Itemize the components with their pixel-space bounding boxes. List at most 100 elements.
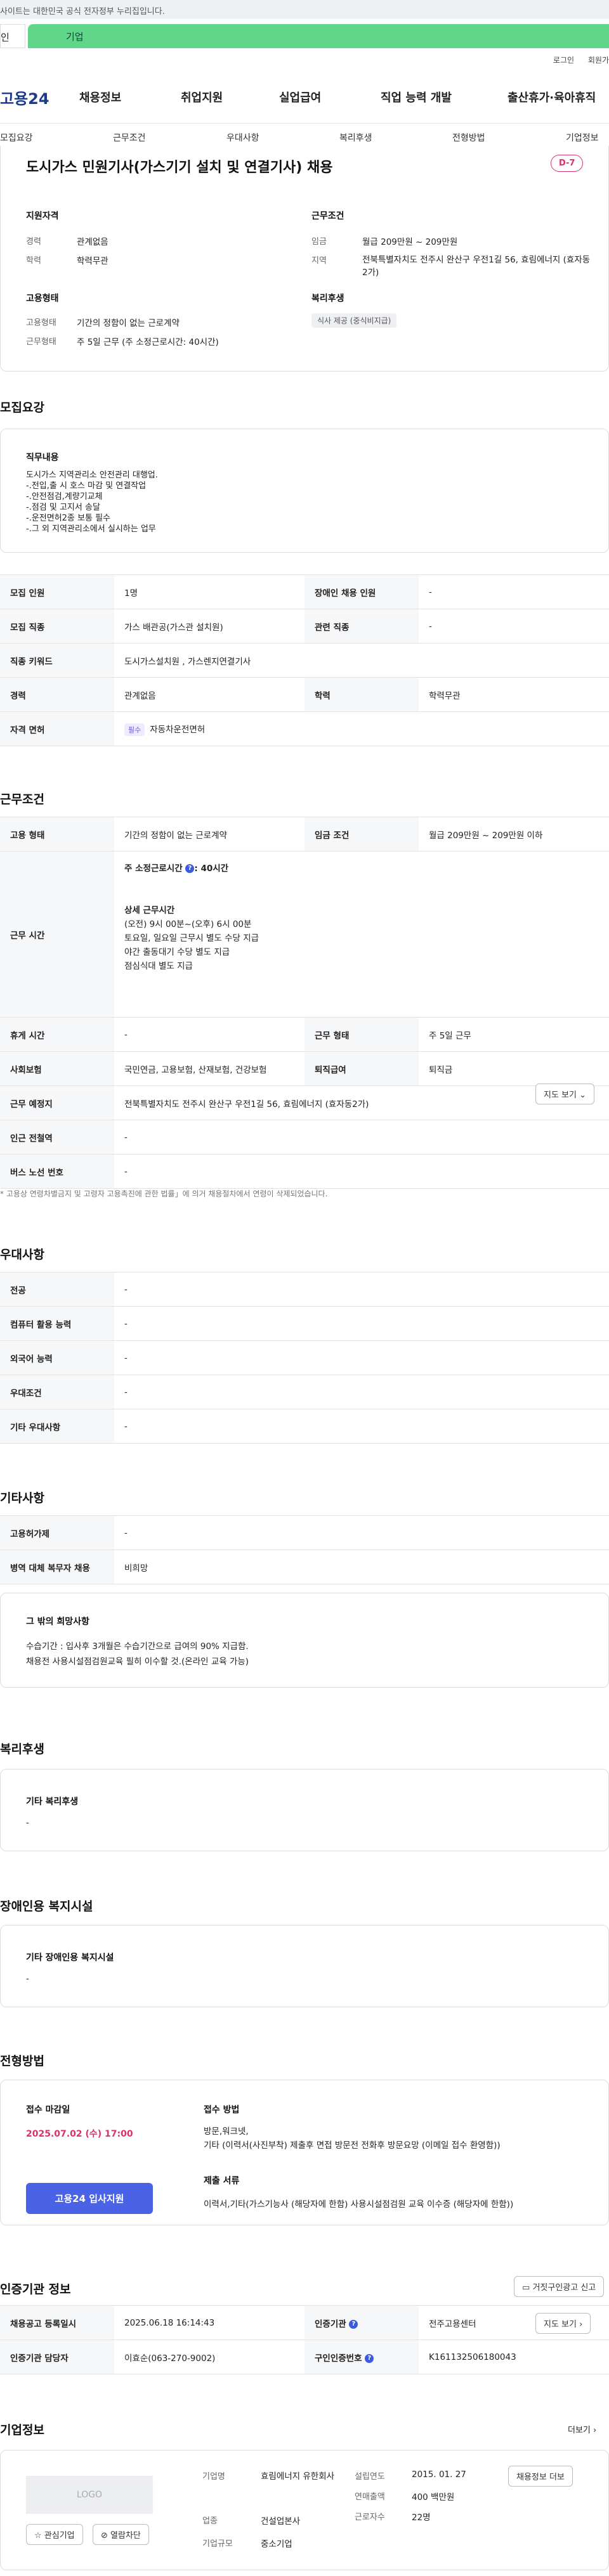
staff-label: 근로자수 (355, 2513, 385, 2522)
site-logo[interactable]: 고용24 (0, 86, 49, 108)
required-chip: 필수 (124, 723, 145, 736)
tab-company[interactable]: 기업 (28, 24, 609, 48)
chevron-right-icon: › (593, 2426, 597, 2435)
cell-value: 이효순(063-270-9002) (114, 2340, 304, 2374)
tab-preference[interactable]: 우대사항 (226, 131, 259, 144)
cell-label: 기타 우대사항 (0, 1409, 114, 1444)
docs-value: 이력서,기타(가스기능사 (해당자에 한함) 사용시설점검원 교육 이수증 (해… (204, 2199, 514, 2210)
region-label: 지역 (311, 256, 327, 266)
cell-label: 직종 키워드 (0, 643, 114, 678)
cell-label: 퇴직급여 (304, 1051, 419, 1086)
job-title: 도시가스 민원기사(가스기기 설치 및 연결기사) 채용 (26, 160, 333, 176)
info-icon[interactable]: ? (185, 864, 195, 873)
tab-conditions[interactable]: 근무조건 (113, 131, 146, 144)
gnb-menu-employment-support[interactable]: 취업지원 (181, 89, 223, 105)
hope-line: 수습기간 : 입사후 3개월은 수습기간으로 급여의 90% 지급함. (26, 1641, 249, 1652)
more-label: 더보기 (568, 2426, 591, 2435)
agency-map-label: 지도 보기 (544, 2320, 577, 2329)
cell-label: 버스 노선 번호 (0, 1154, 114, 1189)
cell-label: 우대조건 (0, 1375, 114, 1409)
docs-label: 제출 서류 (204, 2176, 240, 2186)
cell-value: - (114, 1272, 609, 1307)
sales-label: 연매출액 (355, 2492, 385, 2502)
gnb-menu-jobs[interactable]: 채용정보 (79, 89, 121, 105)
tab-process[interactable]: 전형방법 (452, 131, 485, 144)
star-icon: ☆ (34, 2531, 42, 2540)
document-icon: ▭ (522, 2283, 530, 2293)
cell-value: 전북특별자치도 전주시 완산구 우전1길 56, 효림에너지 (효자동2가) (114, 1085, 609, 1120)
hours-main-label: 주 소정근로시간 (124, 864, 183, 874)
welfare-section-title: 복리후생 (0, 1742, 44, 1756)
map-button[interactable]: 지도 보기 ⌄ (535, 1084, 595, 1104)
table-row: 기타 우대사항 - (0, 1409, 609, 1444)
table-row: 외국어 능력 - (0, 1340, 609, 1375)
table-row: 버스 노선 번호 - (0, 1154, 609, 1189)
tab-personal[interactable]: 인 (0, 24, 25, 48)
hope-line: 채용전 사용시설점검원교육 필히 이수할 것.(온라인 교육 가능) (26, 1657, 249, 1667)
sales-value: 400 백만원 (412, 2492, 455, 2502)
info-icon[interactable]: ? (365, 2353, 374, 2363)
gnb-menu-unemployment[interactable]: 실업급여 (279, 89, 321, 105)
work-table: 고용 형태 기간의 정함이 없는 근로계약 임금 조건 월급 209만원 ~ 2… (0, 817, 609, 1189)
favorite-company-button[interactable]: ☆ 관심기업 (26, 2524, 83, 2545)
duty-line: -.점검 및 고지서 송달 (26, 503, 100, 512)
welfare-sub: 기타 복리후생 (26, 1797, 79, 1807)
career-value: 관계없음 (77, 237, 108, 247)
cell-label: 인증기관 담당자 (0, 2340, 114, 2374)
disability-value: - (26, 1974, 29, 1984)
table-row: 사회보험 국민연금, 고용보험, 산재보험, 건강보험 퇴직급여 퇴직금 (0, 1051, 609, 1086)
table-row: 직종 키워드 도시가스설치원 , 가스렌지연결기사 (0, 643, 609, 678)
util-links: 로그인 회원가 (542, 55, 609, 65)
edu-label: 학력 (26, 256, 41, 266)
welfare-badge: 식사 제공 (중식비지급) (311, 313, 397, 328)
table-row: 근무 예정지 전북특별자치도 전주시 완산구 우전1길 56, 효림에너지 (효… (0, 1085, 609, 1120)
gov-banner-text: 사이트는 대한민국 공식 전자정부 누리집입니다. (0, 7, 165, 16)
gnb-menu-training[interactable]: 직업 능력 개발 (381, 89, 452, 105)
work-type-value: 주 5일 근무 (주 소정근로시간: 40시간) (77, 337, 219, 347)
hours-line: 토요일, 일요일 근무시 별도 수당 지급 (124, 933, 259, 943)
hours-main: 주 소정근로시간 ?: 40시간 (124, 862, 599, 876)
recruit-section-title: 모집요강 (0, 401, 44, 415)
edu-value: 학력무관 (77, 256, 108, 266)
method-line: 방문,워크넷, (204, 2126, 249, 2137)
login-link[interactable]: 로그인 (553, 56, 574, 65)
table-row: 휴게 시간 - 근무 형태 주 5일 근무 (0, 1017, 609, 1052)
map-button-label: 지도 보기 (544, 1091, 577, 1100)
join-link[interactable]: 회원가 (588, 56, 609, 65)
cell-label: 경력 (0, 677, 114, 712)
work-section-title: 근무조건 (0, 793, 44, 806)
cell-value: - (114, 1154, 609, 1189)
info-icon[interactable]: ? (349, 2319, 358, 2329)
cell-label: 컴퓨터 활용 능력 (0, 1306, 114, 1341)
deadline-value: 2025.07.02 (수) 17:00 (26, 2129, 133, 2139)
welfare-value: - (26, 1818, 29, 1828)
cell-label: 사회보험 (0, 1051, 114, 1086)
method-content: 방문,워크넷, 기타 (이력서(사진부착) 제출후 면접 방문전 전화후 방문요… (204, 2125, 501, 2152)
hours-detail-title: 상세 근무시간 (124, 905, 175, 916)
recruit-table: 모집 인원 1명 장애인 채용 인원 - 모집 직종 가스 배관공(가스관 설치… (0, 574, 609, 746)
company-jobs-button[interactable]: 채용정보 더보 (508, 2466, 573, 2487)
cell-label: 근무 시간 (0, 851, 114, 1018)
table-row: 컴퓨터 활용 능력 - (0, 1306, 609, 1341)
apply-button[interactable]: 고용24 입사지원 (26, 2183, 153, 2214)
report-button[interactable]: ▭ 거짓구인광고 신고 (514, 2276, 605, 2297)
duty-line: -.그 외 지역관리소에서 실시하는 업무 (26, 524, 156, 534)
company-more-link[interactable]: 더보기 › (568, 2423, 596, 2435)
cell-value: 관계없음 (114, 677, 304, 712)
gnb-menu-parental-leave[interactable]: 출산휴가·육아휴직 (508, 89, 596, 105)
company-card: LOGO ☆ 관심기업 ⊘ 열람차단 기업명 효림에너지 유한회사 업종 건설업… (0, 2450, 609, 2570)
name-label: 기업명 (202, 2472, 225, 2482)
table-row: 모집 인원 1명 장애인 채용 인원 - (0, 574, 609, 609)
table-row: 경력 관계없음 학력 학력무관 (0, 677, 609, 712)
agency-map-button[interactable]: 지도 보기 › (535, 2313, 591, 2334)
tab-company[interactable]: 기업정보 (566, 131, 599, 144)
hope-card: 그 밖의 희망사항 수습기간 : 입사후 3개월은 수습기간으로 급여의 90%… (0, 1593, 609, 1688)
cell-label: 외국어 능력 (0, 1340, 114, 1375)
block-icon: ⊘ (101, 2531, 108, 2540)
cell-value: 가스 배관공(가스관 설치원) (114, 609, 304, 644)
cell-value: 학력무관 (419, 677, 609, 712)
tab-welfare[interactable]: 복리후생 (339, 131, 372, 144)
block-view-button[interactable]: ⊘ 열람차단 (93, 2524, 149, 2545)
tab-recruit[interactable]: 모집요강 (0, 131, 33, 144)
duty-line: -.운전면허2종 보통 필수 (26, 514, 110, 523)
